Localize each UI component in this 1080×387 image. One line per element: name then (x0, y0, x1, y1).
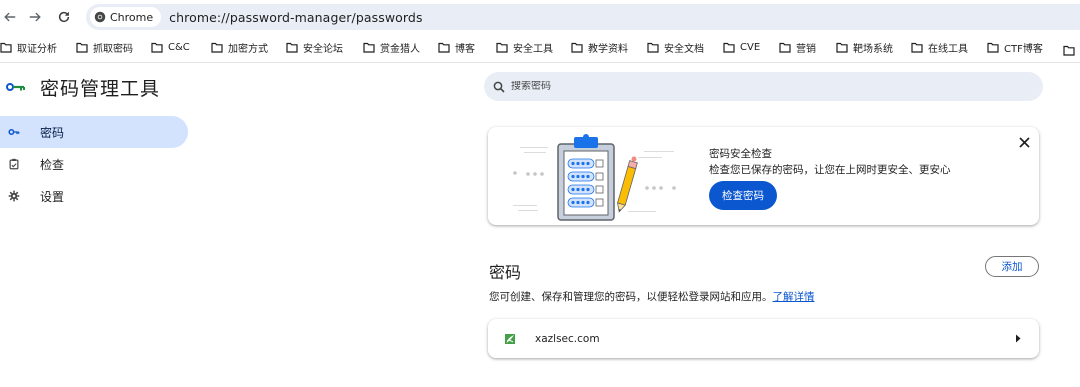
sidebar-item-label: 检查 (40, 157, 65, 172)
bookmark-label: CVE (740, 41, 761, 53)
gear-icon (7, 189, 21, 203)
bookmark-folder[interactable]: 安全论坛 (286, 40, 343, 55)
checkup-icon (7, 157, 21, 171)
folder-icon (1063, 45, 1075, 56)
folder-icon (76, 42, 88, 53)
bookmark-folder[interactable]: 在线工具 (911, 40, 968, 55)
url-text[interactable]: chrome://password-manager/passwords (169, 10, 422, 25)
bookmark-label: 安全论坛 (303, 43, 343, 55)
search-bar[interactable] (484, 72, 1043, 101)
bookmark-folder[interactable]: 教学资料 (571, 40, 628, 55)
sidebar-item-label: 设置 (40, 189, 65, 204)
sidebar-item-settings[interactable]: 设置 (0, 180, 188, 212)
forward-arrow-icon (29, 12, 41, 22)
folder-icon (363, 42, 375, 53)
close-icon (1018, 136, 1030, 148)
bookmark-folder[interactable]: 赏金猎人 (363, 40, 420, 55)
bookmark-folder[interactable]: 抓取密码 (76, 40, 133, 55)
folder-icon (836, 42, 848, 53)
bookmark-label: 在线工具 (928, 43, 968, 55)
bookmark-folder[interactable]: 取证分析 (0, 40, 57, 55)
password-checkup-card: 密码安全检查 检查您已保存的密码，让您在上网时更安全、更安心 检查密码 (488, 127, 1039, 225)
passwords-heading: 密码 (489, 263, 522, 282)
search-icon (493, 81, 505, 93)
reload-button[interactable] (54, 7, 74, 27)
address-bar[interactable]: Chrome chrome://password-manager/passwor… (86, 4, 1080, 30)
bookmark-label: 赏金猎人 (380, 43, 420, 55)
bookmark-folder[interactable]: 加密方式 (211, 40, 268, 55)
bookmark-folder[interactable]: CTF博客 (987, 40, 1043, 55)
add-password-button[interactable]: 添加 (985, 256, 1039, 277)
back-button[interactable] (0, 7, 20, 27)
checkup-illustration (513, 134, 676, 221)
bookmark-folder[interactable]: 安全文档 (647, 40, 704, 55)
folder-icon (0, 42, 12, 53)
dismiss-card-button[interactable] (1017, 135, 1031, 149)
bookmark-folder-partial[interactable] (1063, 41, 1075, 58)
sidebar-item-checkup[interactable]: 检查 (0, 148, 188, 180)
bookmark-label: 教学资料 (588, 43, 628, 55)
passwords-description: 您可创建、保存和管理您的密码，以便轻松登录网站和应用。了解详情 (489, 289, 815, 304)
folder-icon (723, 42, 735, 53)
bookmark-folder[interactable]: 营销 (779, 40, 816, 55)
folder-icon (987, 42, 999, 53)
bookmark-label: 加密方式 (228, 43, 268, 55)
sidebar-item-passwords[interactable]: 密码 (0, 116, 188, 148)
bookmark-label: C&C (168, 41, 190, 53)
folder-icon (647, 42, 659, 53)
bookmark-label: 博客 (455, 43, 475, 55)
bookmark-label: 安全文档 (664, 43, 704, 55)
bookmark-label: 取证分析 (17, 43, 57, 55)
folder-icon (438, 42, 450, 53)
passwords-description-text: 您可创建、保存和管理您的密码，以便轻松登录网站和应用。 (489, 291, 773, 303)
bookmark-label: 安全工具 (513, 43, 553, 55)
key-icon (7, 125, 21, 139)
checkup-card-description: 检查您已保存的密码，让您在上网时更安全、更安心 (709, 164, 951, 176)
chrome-logo-icon (94, 11, 106, 23)
back-arrow-icon (4, 12, 16, 22)
bookmark-label: CTF博客 (1004, 43, 1043, 55)
toolbar-divider (0, 62, 1080, 63)
bookmarks-bar: 取证分析 抓取密码 C&C 加密方式 安全论坛 赏金猎人 博客 安全工具 教学资… (0, 36, 1080, 58)
checkup-card-title: 密码安全检查 (709, 148, 772, 160)
check-passwords-button[interactable]: 检查密码 (709, 181, 777, 210)
folder-icon (286, 42, 298, 53)
search-input[interactable] (511, 81, 991, 92)
app-header: 密码管理工具 (6, 74, 160, 101)
chevron-right-icon (1016, 334, 1021, 343)
browser-toolbar: Chrome chrome://password-manager/passwor… (0, 0, 1080, 34)
folder-icon (151, 42, 163, 53)
bookmark-label: 抓取密码 (93, 43, 133, 55)
forward-button[interactable] (25, 7, 45, 27)
reload-icon (58, 11, 70, 23)
site-favicon-icon (505, 333, 515, 344)
app-title: 密码管理工具 (40, 78, 161, 100)
bookmark-folder[interactable]: 靶场系统 (836, 40, 893, 55)
bookmark-folder[interactable]: C&C (151, 42, 190, 53)
site-chip-label: Chrome (110, 10, 154, 24)
password-manager-logo-icon (6, 78, 26, 97)
bookmark-folder[interactable]: 博客 (438, 40, 475, 55)
folder-icon (211, 42, 223, 53)
site-info-chip[interactable]: Chrome (90, 7, 162, 27)
folder-icon (571, 42, 583, 53)
bookmark-folder[interactable]: 安全工具 (496, 40, 553, 55)
password-entry-row[interactable]: xazlsec.com (488, 319, 1039, 358)
bookmark-label: 靶场系统 (853, 43, 893, 55)
folder-icon (779, 42, 791, 53)
folder-icon (496, 42, 508, 53)
bookmark-label: 营销 (796, 43, 816, 55)
sidebar-item-label: 密码 (40, 125, 65, 140)
site-name: xazlsec.com (535, 332, 600, 345)
folder-icon (911, 42, 923, 53)
bookmark-folder[interactable]: CVE (723, 42, 760, 53)
learn-more-link[interactable]: 了解详情 (773, 291, 815, 303)
